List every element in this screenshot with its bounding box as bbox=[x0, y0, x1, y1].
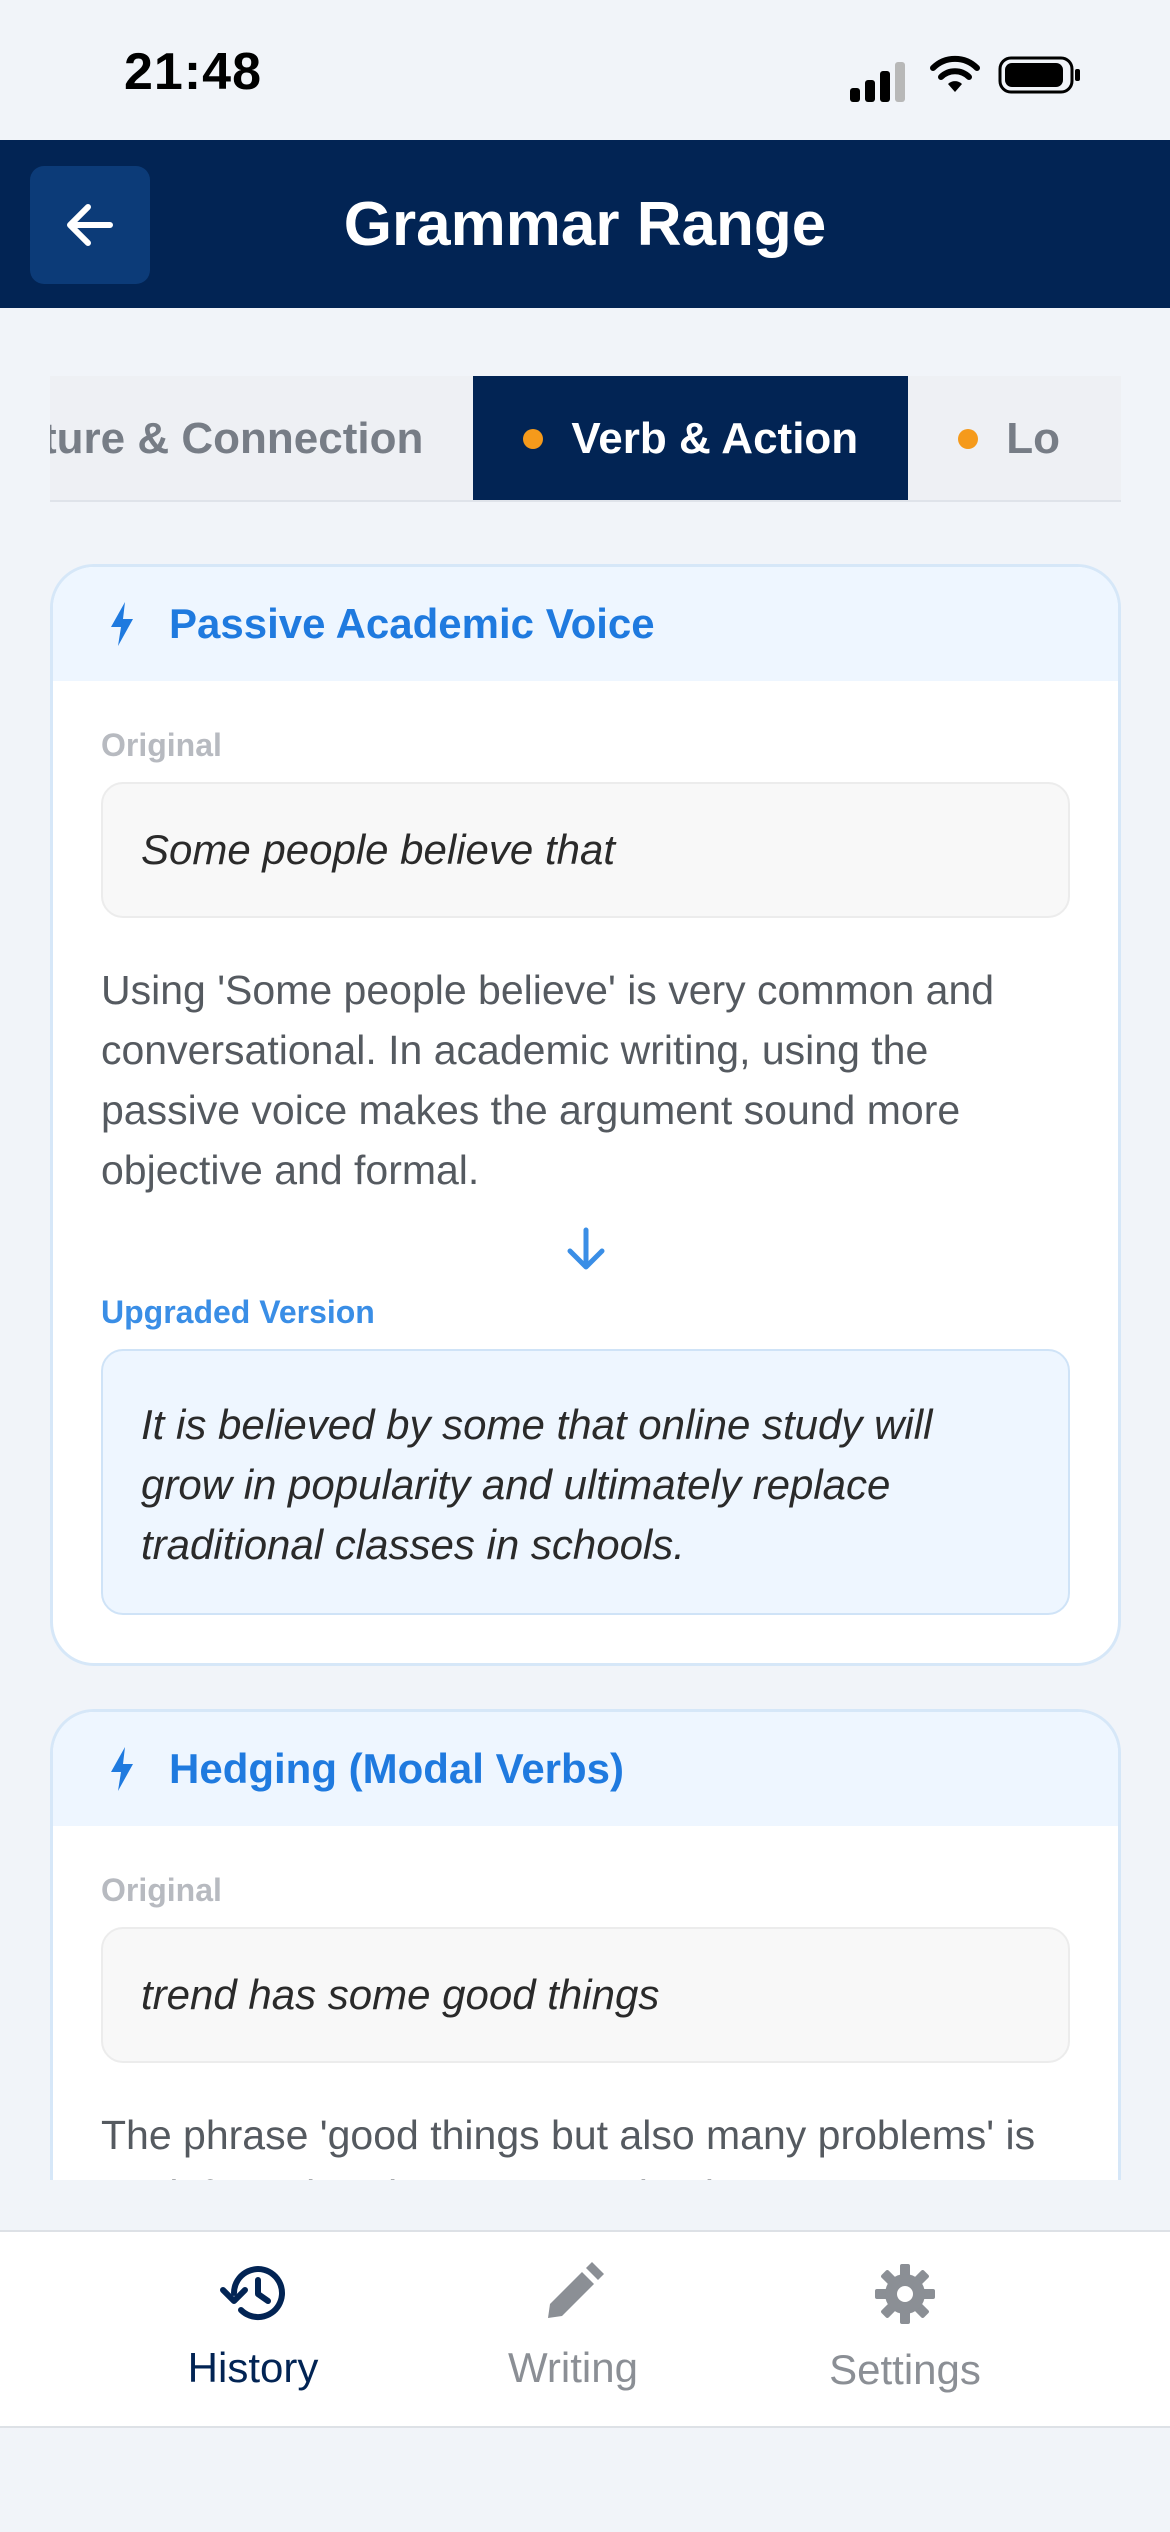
card-header: Hedging (Modal Verbs) bbox=[53, 1712, 1118, 1826]
upgraded-label: Upgraded Version bbox=[101, 1294, 375, 1330]
tab-label: Lo bbox=[1006, 414, 1060, 463]
explanation-text: The phrase 'good things but also many pr… bbox=[101, 2112, 1036, 2180]
status-bar: 21:48 bbox=[0, 0, 1170, 140]
status-icons bbox=[850, 52, 1090, 102]
nav-label: History bbox=[187, 2344, 319, 2391]
tab-lo[interactable]: Lo bbox=[908, 376, 1110, 500]
grammar-card: Passive Academic Voice Original Some peo… bbox=[50, 564, 1121, 1666]
bolt-icon bbox=[111, 602, 133, 646]
original-text-box: trend has some good things bbox=[101, 1927, 1070, 2063]
arrow-down-icon-wrap bbox=[101, 1226, 1070, 1272]
wifi-icon bbox=[930, 55, 980, 92]
battery-icon bbox=[998, 56, 1080, 94]
tabs-strip: ture & Connection Verb & Action Lo bbox=[50, 376, 1110, 500]
arrow-left-icon bbox=[67, 204, 113, 246]
category-tabs: ture & Connection Verb & Action Lo bbox=[50, 376, 1121, 502]
nav-label: Writing bbox=[508, 2344, 638, 2391]
original-label: Original bbox=[101, 727, 222, 763]
tab-dot-indicator bbox=[958, 429, 979, 449]
page-title: Grammar Range bbox=[343, 189, 827, 259]
original-text: trend has some good things bbox=[141, 1971, 660, 2018]
tab-dot-indicator bbox=[523, 429, 544, 449]
app-header: Grammar Range bbox=[0, 140, 1170, 308]
nav-settings[interactable]: Settings bbox=[775, 2262, 1035, 2412]
bolt-icon bbox=[111, 1747, 133, 1791]
card-title: Hedging (Modal Verbs) bbox=[169, 1745, 625, 1792]
arrow-down-icon bbox=[567, 1227, 604, 1270]
history-icon bbox=[220, 2266, 285, 2321]
explanation-text: Using 'Some people believe' is very comm… bbox=[101, 967, 995, 1193]
card-title: Passive Academic Voice bbox=[169, 600, 655, 647]
card-body: Original Some people believe that Using … bbox=[53, 681, 1118, 1663]
grammar-card: Hedging (Modal Verbs) Original trend has… bbox=[50, 1709, 1121, 2180]
pencil-icon bbox=[548, 2262, 604, 2318]
nav-label: Settings bbox=[829, 2346, 981, 2393]
nav-history[interactable]: History bbox=[123, 2262, 383, 2412]
tab-structure-connection[interactable]: ture & Connection bbox=[50, 376, 473, 500]
upgraded-text-box: It is believed by some that online study… bbox=[101, 1349, 1070, 1615]
content-scroll-area[interactable]: Passive Academic Voice Original Some peo… bbox=[0, 540, 1170, 2180]
status-time: 21:48 bbox=[124, 43, 262, 101]
original-text: Some people believe that bbox=[141, 826, 615, 873]
tab-label: ture & Connection bbox=[50, 414, 424, 463]
bottom-nav: History Writing Settings bbox=[0, 2230, 1170, 2428]
tab-verb-action[interactable]: Verb & Action bbox=[473, 376, 909, 500]
gear-icon bbox=[875, 2264, 935, 2324]
signal-icon bbox=[850, 52, 910, 102]
upgraded-text: It is believed by some that online study… bbox=[141, 1401, 933, 1568]
card-header: Passive Academic Voice bbox=[53, 567, 1118, 681]
original-label: Original bbox=[101, 1872, 222, 1908]
card-body: Original trend has some good things The … bbox=[53, 1826, 1118, 2180]
back-button[interactable] bbox=[30, 166, 150, 284]
original-text-box: Some people believe that bbox=[101, 782, 1070, 918]
nav-writing[interactable]: Writing bbox=[443, 2262, 703, 2412]
tab-label: Verb & Action bbox=[571, 414, 859, 463]
